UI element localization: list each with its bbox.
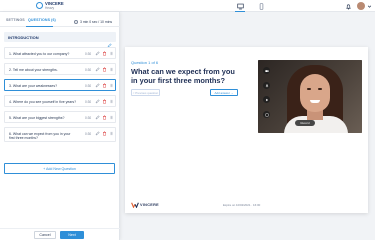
question-time: 0:30 [85, 51, 92, 56]
pencil-icon[interactable] [95, 131, 100, 136]
question-row-selected[interactable]: 3. What are your weaknesses? 0:30 [4, 79, 116, 91]
chevron-down-icon[interactable] [365, 2, 373, 10]
section-title: INTRODUCTION [8, 35, 39, 40]
question-time: 0:30 [85, 131, 92, 136]
question-row[interactable]: 2. Tell me about your strengths. 0:30 [4, 63, 116, 75]
question-row[interactable]: 4. Where do you see yourself in five yea… [4, 95, 116, 107]
question-text: 1. What attracted you to our company? [9, 51, 70, 56]
question-list: 1. What attracted you to our company? 0:… [4, 47, 116, 146]
trash-icon[interactable] [102, 67, 107, 72]
section-header: INTRODUCTION [4, 32, 116, 47]
drag-handle-icon[interactable] [109, 83, 114, 88]
panel-footer: Cancel Next [0, 228, 120, 240]
tab-settings[interactable]: SETTINGS [6, 18, 25, 22]
drag-handle-icon[interactable] [109, 67, 114, 72]
avatar[interactable] [357, 2, 365, 10]
question-time: 0:30 [85, 115, 92, 120]
add-question-button[interactable]: + Add New Question [4, 163, 115, 174]
drag-handle-icon[interactable] [109, 51, 114, 56]
trash-icon[interactable] [102, 131, 107, 136]
clock-icon [74, 20, 78, 24]
pencil-icon[interactable] [95, 115, 100, 120]
brand-name: VINCERE [140, 203, 159, 207]
preview-question-text: What can we expect from you in your firs… [131, 67, 235, 85]
pencil-icon[interactable] [95, 99, 100, 104]
top-bar: VINCERE Heavy [0, 0, 375, 12]
question-text: 4. Where do you see yourself in five yea… [9, 99, 77, 104]
next-button[interactable]: Next [60, 231, 84, 239]
play-icon[interactable] [263, 96, 270, 103]
question-row[interactable]: 6. What can we expect from you in your f… [4, 127, 116, 142]
trash-icon[interactable] [102, 115, 107, 120]
question-preview-card: Question 1 of 6 What can we expect from … [125, 47, 368, 213]
mobile-view-icon[interactable] [257, 2, 265, 10]
add-answer-button[interactable]: Add answer → [210, 89, 238, 96]
drag-handle-icon[interactable] [109, 131, 114, 136]
bell-icon[interactable] [344, 2, 352, 10]
question-row[interactable]: 5. What are your biggest strengths? 0:30 [4, 111, 116, 123]
question-row[interactable]: 1. What attracted you to our company? 0:… [4, 47, 116, 59]
monitor-icon[interactable] [236, 2, 244, 10]
question-time: 0:30 [85, 83, 92, 88]
panel-tabs: SETTINGS QUESTIONS (6) 3 min 0 sec / 10 … [0, 15, 120, 27]
record-button[interactable]: Record [295, 120, 315, 126]
question-text: 6. What can we expect from you in your f… [9, 131, 71, 140]
questions-panel: SETTINGS QUESTIONS (6) 3 min 0 sec / 10 … [0, 12, 120, 240]
microphone-icon[interactable] [263, 82, 270, 89]
camera-icon[interactable] [263, 67, 270, 74]
question-text: 3. What are your weaknesses? [9, 83, 58, 88]
pencil-icon[interactable] [95, 51, 100, 56]
fullscreen-icon[interactable] [263, 111, 270, 118]
drag-handle-icon[interactable] [109, 99, 114, 104]
trash-icon[interactable] [102, 83, 107, 88]
question-time: 0:30 [85, 67, 92, 72]
trash-icon[interactable] [102, 99, 107, 104]
expiry-text: Expire on 10/02/2021 · 16:00 [223, 203, 261, 207]
edit-section-icon[interactable] [107, 35, 112, 47]
pencil-icon[interactable] [95, 83, 100, 88]
trash-icon[interactable] [102, 51, 107, 56]
question-time: 0:30 [85, 99, 92, 104]
previous-question-button[interactable]: < Previous question [131, 89, 160, 96]
active-tab-indicator [26, 26, 53, 27]
cancel-button[interactable]: Cancel [34, 231, 56, 239]
drag-handle-icon[interactable] [109, 115, 114, 120]
pencil-icon[interactable] [95, 67, 100, 72]
app-logo-icon [36, 2, 43, 9]
timer-text: 3 min 0 sec / 10 mins [80, 20, 113, 24]
view-tab-indicator [235, 11, 245, 12]
brand-logo-icon [131, 202, 139, 208]
question-text: 2. Tell me about your strengths. [9, 67, 58, 72]
app-subtitle: Heavy [45, 6, 55, 10]
tab-questions[interactable]: QUESTIONS (6) [28, 18, 56, 22]
question-counter: Question 1 of 6 [131, 60, 159, 65]
question-text: 5. What are your biggest strengths? [9, 115, 65, 120]
candidate-video: Record [258, 60, 362, 133]
